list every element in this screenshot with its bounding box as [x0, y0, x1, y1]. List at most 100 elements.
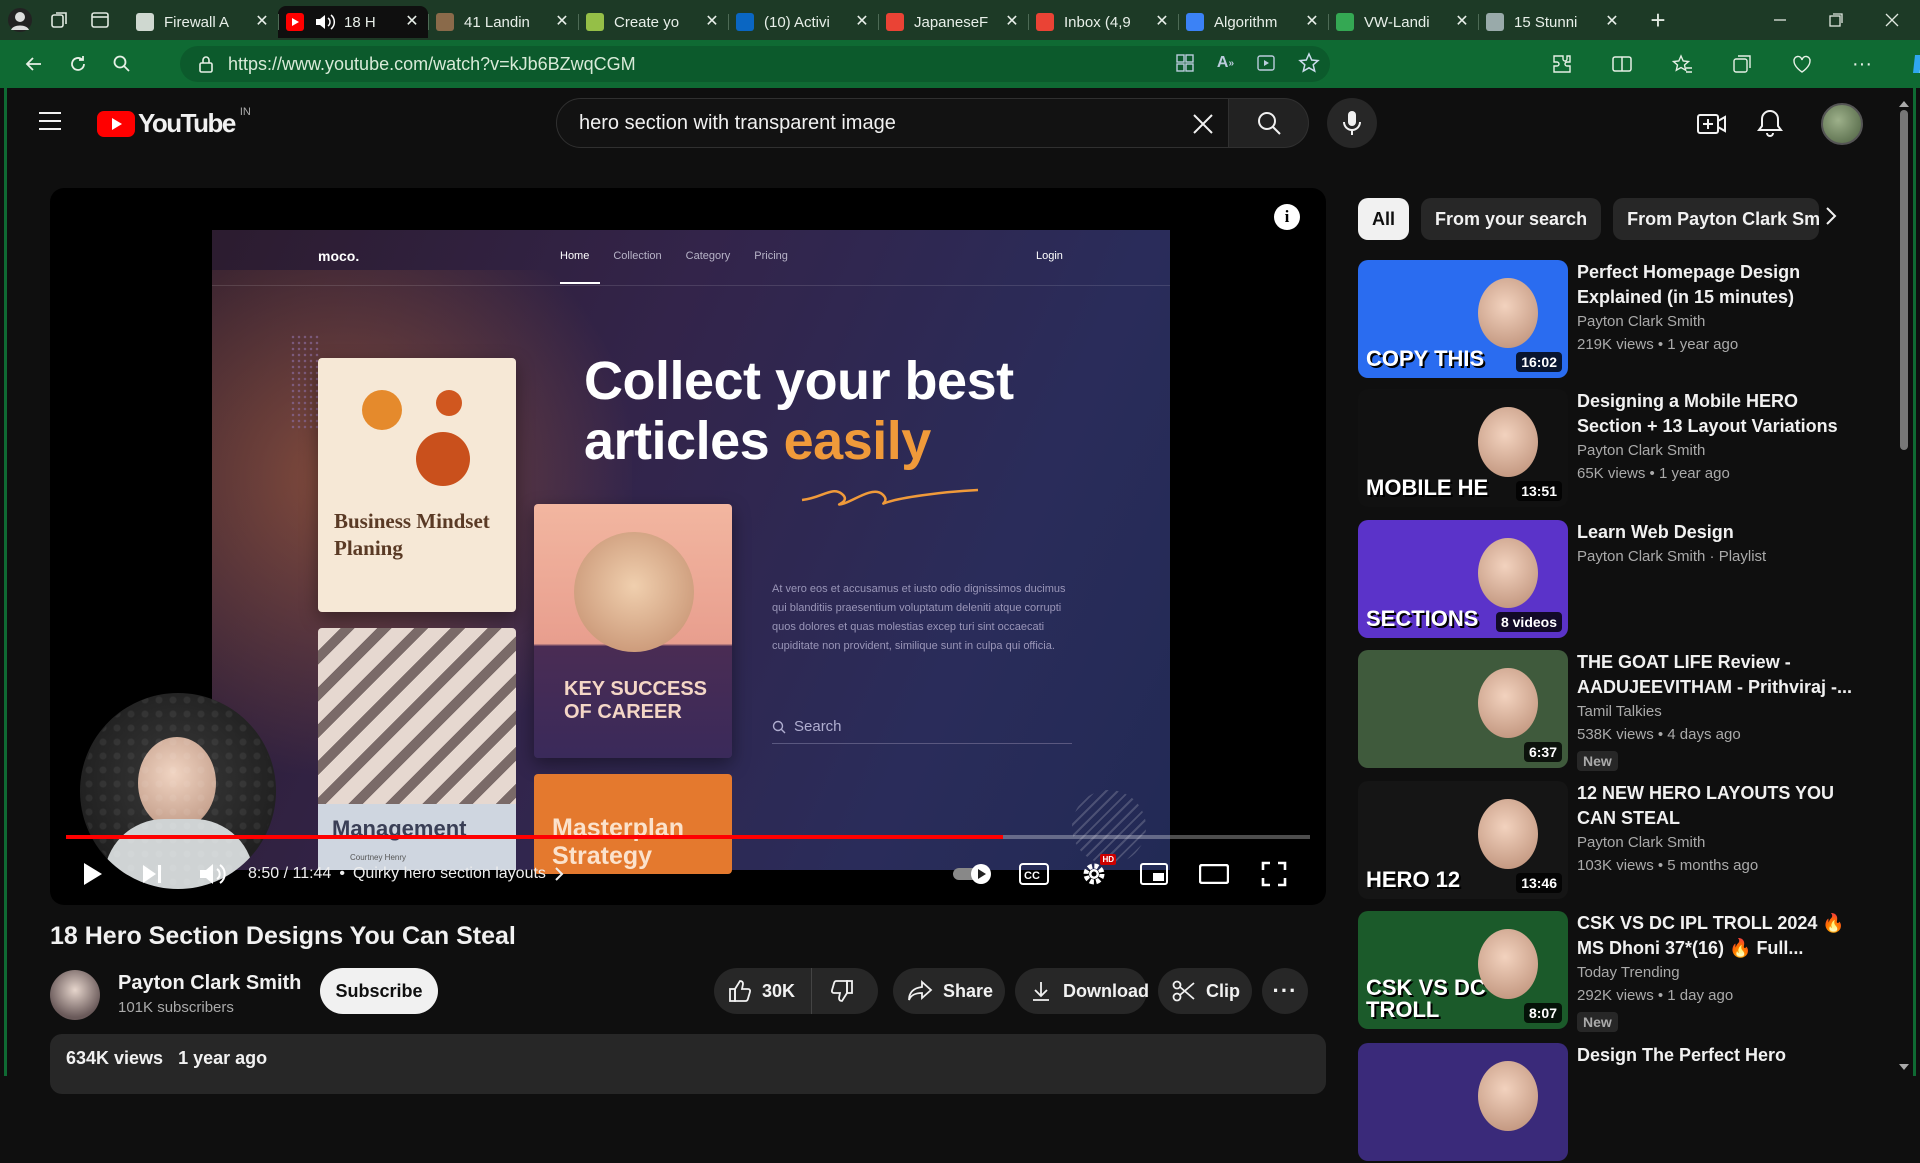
recommended-channel[interactable]: Tamil Talkies [1577, 703, 1662, 720]
autoplay-toggle[interactable] [944, 850, 1004, 898]
close-tab-icon[interactable]: ✕ [1604, 14, 1620, 30]
minimize-icon[interactable] [1752, 0, 1808, 40]
scroll-down-icon[interactable] [1897, 1062, 1911, 1072]
close-tab-icon[interactable]: ✕ [704, 14, 720, 30]
recommended-video[interactable]: 6:37 THE GOAT LIFE Review - AADUJEEVITHAM… [1358, 650, 1878, 771]
recommended-title[interactable]: 12 NEW HERO LAYOUTS YOU CAN STEAL [1577, 781, 1867, 831]
video-thumbnail[interactable]: 6:37 [1358, 650, 1568, 768]
channel-name[interactable]: Payton Clark Smith [118, 972, 301, 995]
close-tab-icon[interactable]: ✕ [1154, 14, 1170, 30]
youtube-logo[interactable]: YouTube IN [97, 106, 251, 139]
browser-tab[interactable]: Inbox (4,9 ✕ [1028, 6, 1178, 38]
dislike-button[interactable] [812, 968, 872, 1014]
clip-button[interactable]: Clip [1158, 968, 1252, 1014]
browser-tab[interactable]: VW-Landi ✕ [1328, 6, 1478, 38]
close-tab-icon[interactable]: ✕ [554, 14, 570, 30]
settings-icon[interactable]: HD [1064, 850, 1124, 898]
copilot-icon[interactable] [1900, 44, 1920, 84]
url-text[interactable]: https://www.youtube.com/watch?v=kJb6BZwq… [228, 54, 636, 75]
search-button[interactable] [1229, 98, 1309, 148]
recommended-title[interactable]: THE GOAT LIFE Review - AADUJEEVITHAM - P… [1577, 650, 1867, 700]
apps-icon[interactable] [1175, 52, 1195, 74]
scroll-up-icon[interactable] [1897, 99, 1911, 109]
workspaces-icon[interactable] [40, 0, 80, 40]
fullscreen-icon[interactable] [1244, 850, 1304, 898]
recommended-title[interactable]: CSK VS DC IPL TROLL 2024 🔥 MS Dhoni 37*(… [1577, 911, 1867, 961]
next-button[interactable] [122, 850, 182, 898]
profile-icon[interactable] [0, 0, 40, 40]
read-aloud-icon[interactable]: A» [1217, 52, 1234, 74]
restore-icon[interactable] [1808, 0, 1864, 40]
download-button[interactable]: Download [1015, 968, 1149, 1014]
scrollbar[interactable] [1897, 96, 1911, 1072]
split-screen-icon[interactable] [1600, 44, 1644, 84]
more-menu-icon[interactable]: ··· [1840, 44, 1884, 84]
info-icon[interactable]: i [1274, 204, 1300, 230]
video-thumbnail[interactable] [1358, 1043, 1568, 1161]
tab-actions-icon[interactable] [80, 0, 120, 40]
close-tab-icon[interactable]: ✕ [1304, 14, 1320, 30]
close-tab-icon[interactable]: ✕ [404, 14, 420, 30]
extensions-icon[interactable] [1540, 44, 1584, 84]
video-thumbnail[interactable]: SECTIONS 8 videos [1358, 520, 1568, 638]
recommended-title[interactable]: Perfect Homepage Design Explained (in 15… [1577, 260, 1867, 310]
browser-tab[interactable]: 18 H ✕ [278, 6, 428, 38]
filter-chip[interactable]: From your search [1421, 198, 1602, 240]
new-tab-button[interactable]: + [1638, 0, 1678, 40]
recommended-channel[interactable]: Payton Clark Smith · Playlist [1577, 548, 1766, 565]
recommended-video[interactable]: COPY THIS 16:02 Perfect Homepage Design Ex… [1358, 260, 1878, 380]
back-icon[interactable] [12, 44, 56, 84]
more-actions-button[interactable]: ··· [1262, 968, 1308, 1014]
recommended-channel[interactable]: Payton Clark Smith [1577, 313, 1705, 330]
avatar[interactable] [1821, 103, 1863, 145]
lock-icon[interactable] [198, 55, 214, 73]
search-page-icon[interactable] [100, 44, 144, 84]
close-window-icon[interactable] [1864, 0, 1920, 40]
subtitles-icon[interactable]: CC [1004, 850, 1064, 898]
voice-search-button[interactable] [1327, 98, 1377, 148]
recommended-channel[interactable]: Today Trending [1577, 964, 1680, 981]
description-box[interactable]: 634K views 1 year ago [50, 1034, 1326, 1094]
clear-search-icon[interactable] [1190, 111, 1216, 137]
recommended-channel[interactable]: Payton Clark Smith [1577, 442, 1705, 459]
video-thumbnail[interactable]: MOBILE HE 13:51 [1358, 389, 1568, 507]
close-tab-icon[interactable]: ✕ [254, 14, 270, 30]
filter-chip[interactable]: From Payton Clark Smit [1613, 198, 1820, 240]
chapter-title[interactable]: Quirky hero section layouts [353, 865, 546, 883]
miniplayer-icon[interactable] [1124, 850, 1184, 898]
recommended-title[interactable]: Designing a Mobile HERO Section + 13 Lay… [1577, 389, 1867, 439]
video-player[interactable]: moco. Home Collection Category Pricing Logi… [50, 188, 1326, 905]
browser-tab[interactable]: JapaneseF ✕ [878, 6, 1028, 38]
close-tab-icon[interactable]: ✕ [1454, 14, 1470, 30]
browser-tab[interactable]: 15 Stunni ✕ [1478, 6, 1628, 38]
performance-icon[interactable] [1780, 44, 1824, 84]
create-button[interactable] [1697, 112, 1727, 136]
recommended-video[interactable]: SECTIONS 8 videos Learn Web Design Payton C… [1358, 520, 1878, 640]
recommended-title[interactable]: Learn Web Design [1577, 520, 1867, 545]
video-thumbnail[interactable]: CSK VS DC TROLL 8:07 [1358, 911, 1568, 1029]
guide-menu-icon[interactable] [37, 110, 63, 132]
chips-next-icon[interactable] [1825, 206, 1837, 226]
channel-avatar[interactable] [50, 970, 100, 1020]
collections-icon[interactable] [1720, 44, 1764, 84]
recommended-video[interactable]: CSK VS DC TROLL 8:07 CSK VS DC IPL TROLL 2… [1358, 911, 1878, 1032]
chevron-right-icon[interactable] [554, 866, 564, 882]
theater-mode-icon[interactable] [1184, 850, 1244, 898]
close-tab-icon[interactable]: ✕ [854, 14, 870, 30]
reload-icon[interactable] [56, 44, 100, 84]
recommended-channel[interactable]: Payton Clark Smith [1577, 834, 1705, 851]
video-frame[interactable]: moco. Home Collection Category Pricing Logi… [212, 230, 1170, 874]
progress-bar[interactable] [66, 835, 1310, 839]
search-input[interactable] [579, 111, 1159, 135]
recommended-video[interactable]: MOBILE HE 13:51 Designing a Mobile HERO Se… [1358, 389, 1878, 509]
recommended-title[interactable]: Design The Perfect Hero [1577, 1043, 1867, 1068]
filter-chip[interactable]: All [1358, 198, 1410, 240]
browser-tab[interactable]: Algorithm ✕ [1178, 6, 1328, 38]
subscribe-button[interactable]: Subscribe [320, 968, 438, 1014]
recommended-video[interactable]: Design The Perfect Hero [1358, 1043, 1878, 1163]
search-box[interactable] [556, 98, 1229, 148]
browser-tab[interactable]: 41 Landin ✕ [428, 6, 578, 38]
scrollbar-thumb[interactable] [1900, 110, 1908, 450]
recommended-video[interactable]: HERO 12 13:46 12 NEW HERO LAYOUTS YOU CAN … [1358, 781, 1878, 901]
close-tab-icon[interactable]: ✕ [1004, 14, 1020, 30]
